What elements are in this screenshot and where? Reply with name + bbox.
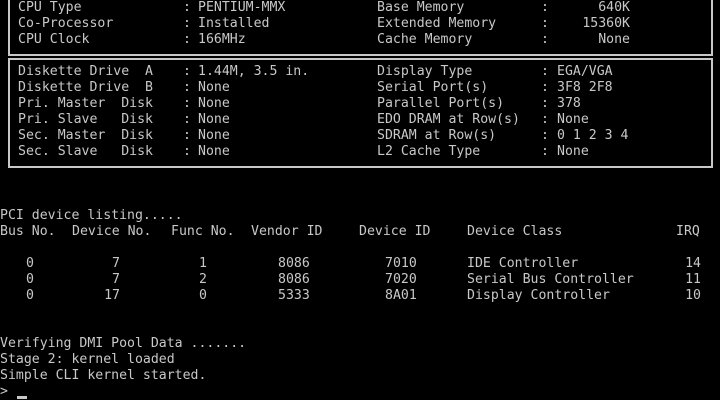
cpu-clock-label: CPU Clock (18, 32, 90, 47)
pri-slave-label: Pri. Slave Disk (18, 112, 153, 127)
row2-device: 7 (112, 272, 120, 287)
display-type-label: Display Type (377, 64, 473, 79)
row3-class: Display Controller (467, 288, 610, 303)
extended-memory-value: 15360K (582, 16, 630, 31)
col-vendor-id: Vendor ID (251, 224, 323, 239)
console-line-cli: Simple CLI kernel started. (0, 368, 207, 383)
row1-vendor: 8086 (278, 256, 310, 271)
cache-memory-value: None (598, 32, 630, 47)
cpu-clock-value: 166MHz (198, 32, 246, 47)
row2-vendor: 8086 (278, 272, 310, 287)
extended-memory-label: Extended Memory (377, 16, 497, 31)
pri-master-sep: : (183, 96, 191, 111)
console-line-stage2: Stage 2: kernel loaded (0, 352, 175, 367)
diskette-a-label: Diskette Drive A (18, 64, 153, 79)
row3-irq: 10 (685, 288, 701, 303)
cpu-type-sep: : (183, 0, 191, 15)
diskette-b-sep: : (183, 80, 191, 95)
cpu-clock-sep: : (183, 32, 191, 47)
row3-bus: 0 (26, 288, 34, 303)
row3-device: 17 (104, 288, 120, 303)
pri-slave-value: None (198, 112, 230, 127)
row2-irq: 11 (685, 272, 701, 287)
sdram-label: SDRAM at Row(s) (377, 128, 497, 143)
pci-listing-title: PCI device listing..... (0, 208, 183, 223)
sdram-sep: : (541, 128, 549, 143)
col-irq: IRQ (676, 224, 700, 239)
coprocessor-sep: : (183, 16, 191, 31)
diskette-b-label: Diskette Drive B (18, 80, 153, 95)
col-func-no: Func No. (171, 224, 235, 239)
console-line-dmi: Verifying DMI Pool Data ....... (0, 336, 247, 351)
col-device-id: Device ID (359, 224, 431, 239)
base-memory-value: 640K (598, 0, 630, 15)
row1-func: 1 (199, 256, 207, 271)
row2-func: 2 (199, 272, 207, 287)
col-device-no: Device No. (72, 224, 152, 239)
row3-vendor: 5333 (278, 288, 310, 303)
l2-cache-sep: : (541, 144, 549, 159)
extended-memory-sep: : (541, 16, 549, 31)
pri-master-label: Pri. Master Disk (18, 96, 153, 111)
col-bus-no: Bus No. (0, 224, 56, 239)
cpu-type-label: CPU Type (18, 0, 82, 15)
row1-device-id: 7010 (385, 256, 417, 271)
display-type-sep: : (541, 64, 549, 79)
sec-master-value: None (198, 128, 230, 143)
base-memory-sep: : (541, 0, 549, 15)
row1-bus: 0 (26, 256, 34, 271)
diskette-b-value: None (198, 80, 230, 95)
display-type-value: EGA/VGA (557, 64, 613, 79)
row1-device: 7 (112, 256, 120, 271)
pri-slave-sep: : (183, 112, 191, 127)
base-memory-label: Base Memory (377, 0, 465, 15)
row1-irq: 14 (685, 256, 701, 271)
l2-cache-label: L2 Cache Type (377, 144, 481, 159)
pri-master-value: None (198, 96, 230, 111)
row2-bus: 0 (26, 272, 34, 287)
sec-slave-label: Sec. Slave Disk (18, 144, 153, 159)
parallel-ports-label: Parallel Port(s) (377, 96, 505, 111)
serial-ports-sep: : (541, 80, 549, 95)
serial-ports-label: Serial Port(s) (377, 80, 489, 95)
diskette-a-sep: : (183, 64, 191, 79)
parallel-ports-value: 378 (557, 96, 581, 111)
row3-func: 0 (199, 288, 207, 303)
row1-class: IDE Controller (467, 256, 579, 271)
prompt-symbol: > (0, 384, 8, 399)
sdram-value: 0 1 2 3 4 (557, 128, 629, 143)
diskette-a-value: 1.44M, 3.5 in. (198, 64, 310, 79)
edo-dram-value: None (557, 112, 589, 127)
sec-master-label: Sec. Master Disk (18, 128, 153, 143)
sec-slave-value: None (198, 144, 230, 159)
cache-memory-sep: : (541, 32, 549, 47)
l2-cache-value: None (557, 144, 589, 159)
coprocessor-value: Installed (198, 16, 270, 31)
coprocessor-label: Co-Processor (18, 16, 114, 31)
edo-dram-sep: : (541, 112, 549, 127)
parallel-ports-sep: : (541, 96, 549, 111)
row3-device-id: 8A01 (385, 288, 417, 303)
row2-device-id: 7020 (385, 272, 417, 287)
sec-slave-sep: : (183, 144, 191, 159)
text-cursor[interactable] (17, 396, 27, 399)
col-device-class: Device Class (467, 224, 563, 239)
serial-ports-value: 3F8 2F8 (557, 80, 613, 95)
sec-master-sep: : (183, 128, 191, 143)
edo-dram-label: EDO DRAM at Row(s) (377, 112, 520, 127)
row2-class: Serial Bus Controller (467, 272, 634, 287)
cpu-type-value: PENTIUM-MMX (198, 0, 286, 15)
cache-memory-label: Cache Memory (377, 32, 473, 47)
